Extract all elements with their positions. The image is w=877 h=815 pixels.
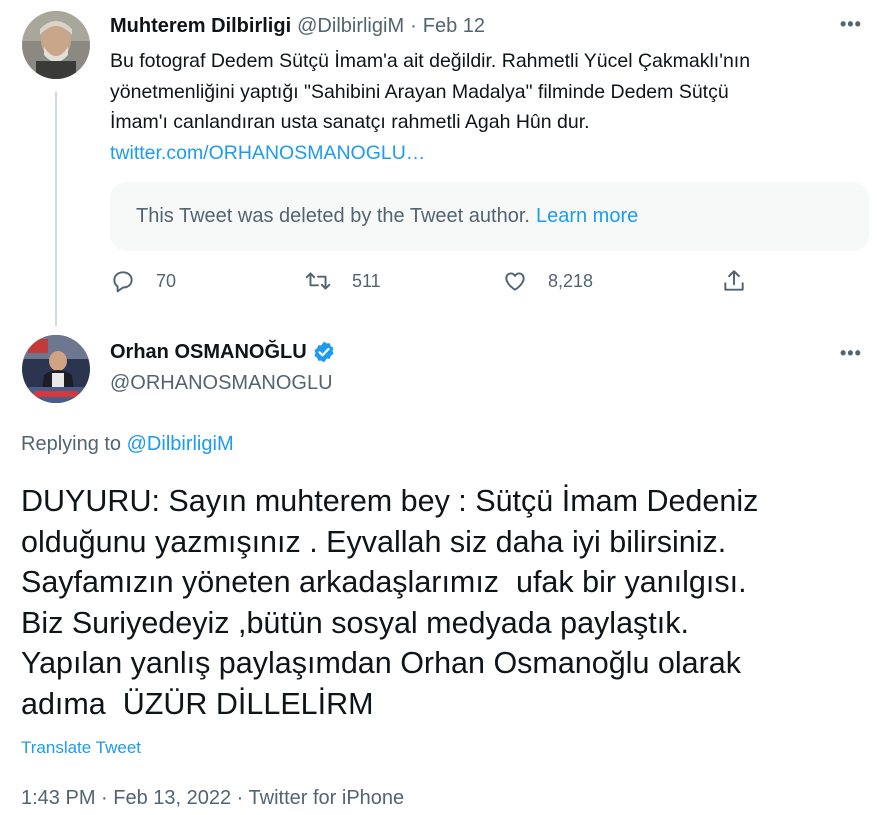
reply-button[interactable]: 70: [110, 268, 176, 294]
main-text-line: Sayfamızın yöneten arkadaşlarımız ufak b…: [21, 565, 747, 599]
translate-tweet-link[interactable]: Translate Tweet: [21, 738, 141, 758]
parent-text-line: İmam'ı canlandıran usta sanatçı rahmetli…: [110, 111, 590, 133]
main-text-line: DUYURU: Sayın muhterem bey : Sütçü İmam …: [21, 484, 759, 518]
like-count: 8,218: [548, 270, 594, 291]
parent-text-line: Bu fotograf Dedem Sütçü İmam'a ait değil…: [110, 50, 751, 72]
parent-author-avatar[interactable]: [22, 11, 90, 79]
parent-text-line: yönetmenliğini yaptığı "Sahibini Arayan …: [110, 80, 729, 103]
retweet-button[interactable]: 511: [304, 268, 381, 294]
like-button[interactable]: 8,218: [502, 268, 593, 294]
like-icon: [505, 272, 525, 291]
main-author-avatar[interactable]: [22, 335, 90, 403]
main-more-icon[interactable]: •••: [840, 343, 862, 364]
main-text-line: Yapılan yanlış paylaşımdan Orhan Osmanoğ…: [21, 646, 741, 680]
main-author-handle[interactable]: @ORHANOSMANOGLU: [110, 372, 333, 395]
share-button[interactable]: [721, 268, 767, 294]
tweet-timestamp[interactable]: 1:43 PM · Feb 13, 2022 · Twitter for iPh…: [21, 787, 404, 810]
replying-prefix: Replying to: [21, 433, 127, 455]
parent-tweet-header: Muhterem Dilbirligi @DilbirligiM · Feb 1…: [110, 12, 485, 40]
parent-author-handle[interactable]: @DilbirligiM: [297, 15, 404, 38]
reply-count: 70: [156, 270, 177, 291]
retweet-icon: [305, 272, 331, 290]
header-separator: ·: [410, 14, 417, 37]
parent-tweet-text: Bu fotograf Dedem Sütçü İmam'a ait değil…: [110, 46, 860, 168]
replying-to-mention[interactable]: @DilbirligiM: [127, 433, 234, 455]
main-tweet-text: DUYURU: Sayın muhterem bey : Sütçü İmam …: [21, 481, 861, 724]
reply-icon: [113, 271, 133, 293]
parent-tweet-link[interactable]: twitter.com/ORHANOSMANOGLU…: [110, 138, 860, 169]
deleted-notice-text: This Tweet was deleted by the Tweet auth…: [136, 205, 530, 227]
parent-tweet-date[interactable]: Feb 12: [423, 15, 485, 38]
main-author-name[interactable]: Orhan OSMANOĞLU: [110, 341, 307, 364]
parent-author-name[interactable]: Muhterem Dilbirligi: [110, 15, 291, 38]
share-icon: [724, 270, 744, 291]
retweet-count: 511: [352, 270, 381, 291]
thread-connector-line: [55, 92, 57, 326]
learn-more-link[interactable]: Learn more: [536, 205, 638, 228]
replying-to-line: Replying to @DilbirligiM: [21, 433, 234, 456]
parent-more-icon[interactable]: •••: [840, 14, 862, 35]
main-text-line: olduğunu yazmışınız . Eyvallah siz daha …: [21, 524, 727, 559]
verified-badge-icon: [314, 341, 334, 363]
main-author-name-row[interactable]: Orhan OSMANOĞLU: [110, 340, 336, 364]
main-text-line: Biz Suriyedeyiz ,bütün sosyal medyada pa…: [21, 605, 689, 640]
main-text-line: adıma ÜZÜR DİLLELİRM: [21, 686, 374, 721]
deleted-quote-notice: This Tweet was deleted by the Tweet auth…: [110, 182, 869, 251]
